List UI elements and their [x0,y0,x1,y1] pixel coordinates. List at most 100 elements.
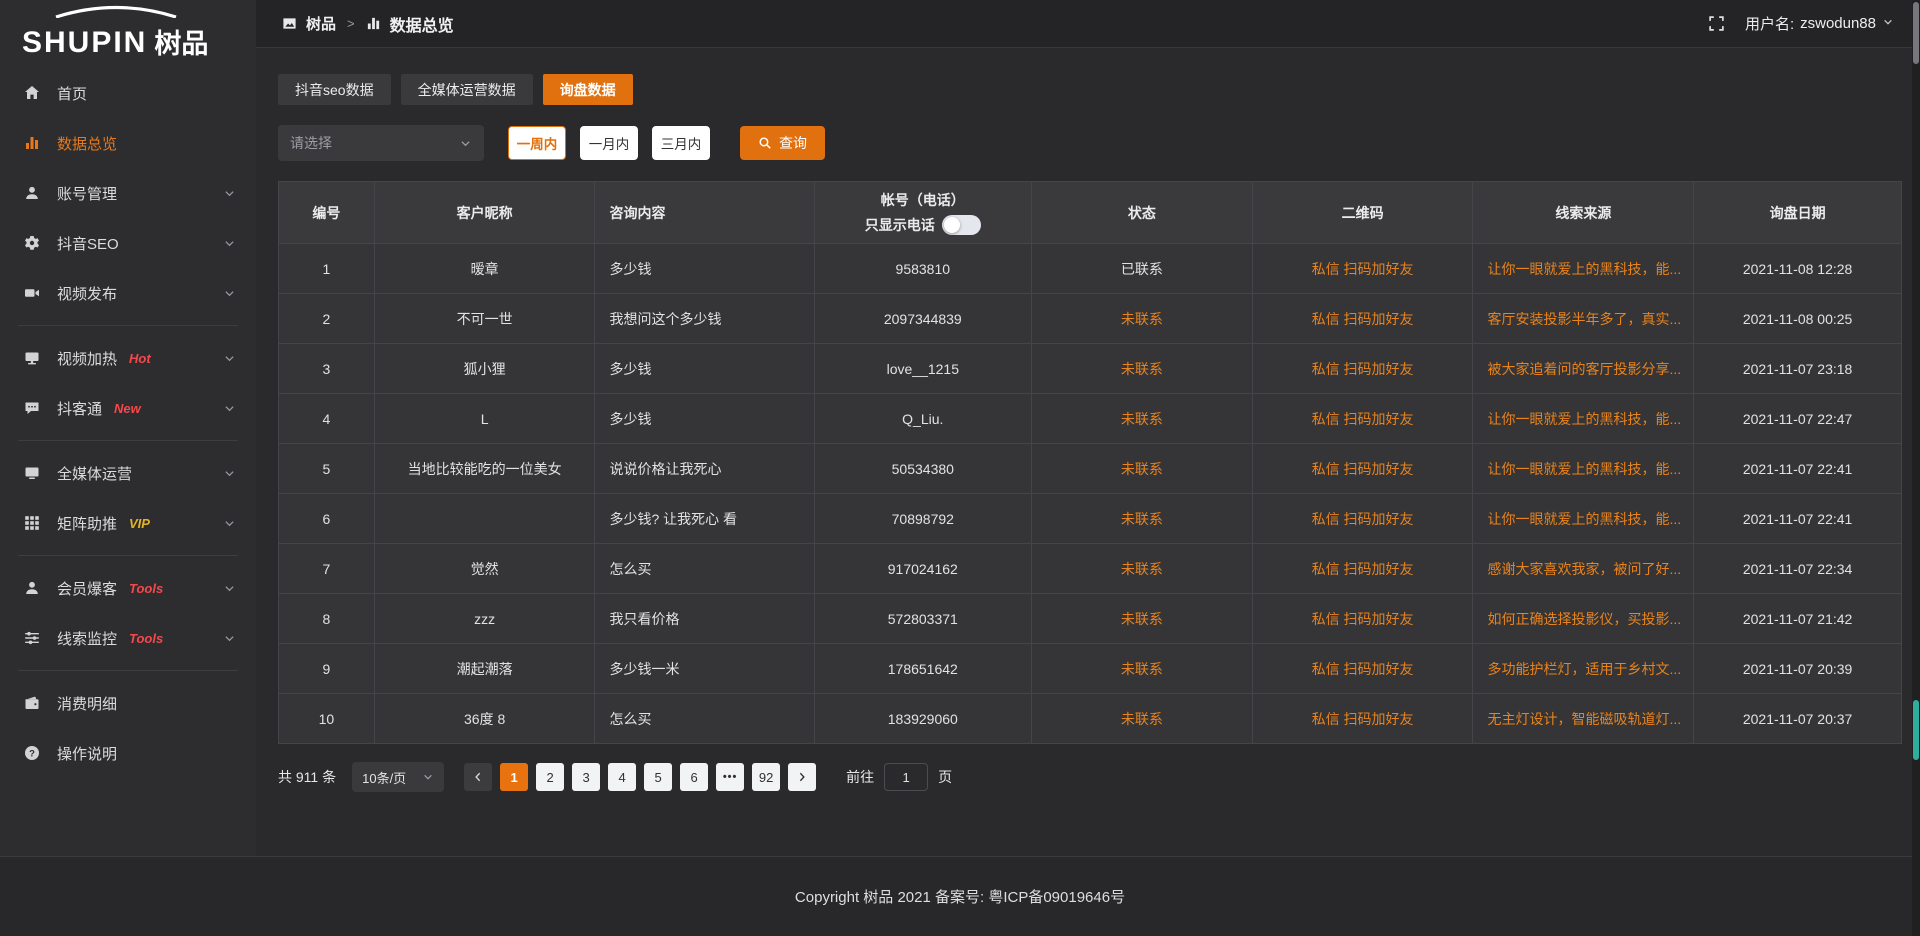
tab-1[interactable]: 全媒体运营数据 [401,74,533,105]
source-link[interactable]: 让你一眼就爱上的黑科技，能... [1487,511,1681,527]
account-select[interactable]: 请选择 [278,125,484,161]
sidebar-item-grid[interactable]: 矩阵助推VIP [0,498,256,548]
scrollbar-thumb[interactable] [1913,2,1919,64]
qrcode-link[interactable]: 私信 扫码加好友 [1312,361,1414,377]
qrcode-link[interactable]: 私信 扫码加好友 [1312,561,1414,577]
cell-status: 未联系 [1032,594,1253,644]
table-row: 2不可一世我想问这个多少钱2097344839未联系私信 扫码加好友客厅安装投影… [279,294,1902,344]
source-link[interactable]: 让你一眼就爱上的黑科技，能... [1487,411,1681,427]
source-link[interactable]: 如何正确选择投影仪，买投影... [1487,611,1681,627]
chevron-down-icon [1882,15,1894,32]
cell-date: 2021-11-07 20:39 [1694,644,1902,694]
cell-serial: 6 [279,494,375,544]
source-link[interactable]: 多功能护栏灯，适用于乡村文... [1487,661,1681,677]
chevron-right-icon [796,771,808,783]
sidebar-item-gear[interactable]: 抖音SEO [0,218,256,268]
app-logo[interactable]: SHUPIN 树品 [0,0,256,58]
tab-2[interactable]: 询盘数据 [543,74,633,105]
source-link[interactable]: 感谢大家喜欢我家，被问了好... [1487,561,1681,577]
cell-nickname: 暧章 [374,244,595,294]
cell-source: 无主灯设计，智能磁吸轨道灯... [1473,694,1694,744]
sidebar-item-sliders[interactable]: 线索监控Tools [0,613,256,663]
period-button-2[interactable]: 三月内 [652,126,710,160]
monitor-icon [24,465,42,481]
sidebar-item-wallet[interactable]: 消费明细 [0,678,256,728]
qrcode-link[interactable]: 私信 扫码加好友 [1312,261,1414,277]
sidebar-item-chat[interactable]: 抖客通New [0,383,256,433]
user-menu[interactable]: 用户名: zswodun88 [1745,13,1894,34]
cell-account: Q_Liu. [814,394,1031,444]
person-icon [24,580,42,596]
cell-status: 未联系 [1032,344,1253,394]
username-value: zswodun88 [1800,15,1876,32]
page-button-1[interactable]: 1 [500,763,528,791]
cell-content: 我只看价格 [595,594,814,644]
cell-status: 未联系 [1032,394,1253,444]
tab-0[interactable]: 抖音seo数据 [278,74,391,105]
phone-only-toggle[interactable] [942,215,981,235]
chevron-left-icon [472,771,484,783]
qrcode-link[interactable]: 私信 扫码加好友 [1312,511,1414,527]
next-page-button[interactable] [788,763,816,791]
cell-status: 未联系 [1032,494,1253,544]
cell-content: 怎么买 [595,544,814,594]
period-button-0[interactable]: 一周内 [508,126,566,160]
cell-date: 2021-11-07 21:42 [1694,594,1902,644]
home-icon [24,85,42,101]
page-size-select[interactable]: 10条/页 [352,762,444,792]
sidebar-item-chart[interactable]: 数据总览 [0,118,256,168]
qrcode-link[interactable]: 私信 扫码加好友 [1312,411,1414,427]
cell-qrcode: 私信 扫码加好友 [1252,544,1473,594]
source-link[interactable]: 无主灯设计，智能磁吸轨道灯... [1487,711,1681,727]
prev-page-button[interactable] [464,763,492,791]
sidebar-item-video[interactable]: 视频发布 [0,268,256,318]
sidebar-item-monitor[interactable]: 全媒体运营 [0,448,256,498]
badge-hot: Hot [129,351,151,366]
qrcode-link[interactable]: 私信 扫码加好友 [1312,461,1414,477]
cell-serial: 7 [279,544,375,594]
page-button-3[interactable]: 3 [572,763,600,791]
sidebar-item-help[interactable]: ?操作说明 [0,728,256,778]
table-row: 1036度 8怎么买183929060未联系私信 扫码加好友无主灯设计，智能磁吸… [279,694,1902,744]
cell-status: 已联系 [1032,244,1253,294]
cell-status: 未联系 [1032,694,1253,744]
sidebar-item-screen[interactable]: 视频加热Hot [0,333,256,383]
sidebar-item-user[interactable]: 账号管理 [0,168,256,218]
sidebar-item-person[interactable]: 会员爆客Tools [0,563,256,613]
sidebar-item-home[interactable]: 首页 [0,68,256,118]
breadcrumb-app[interactable]: 树品 [306,13,336,34]
vertical-scrollbar[interactable] [1912,0,1920,936]
cell-nickname: 当地比较能吃的一位美女 [374,444,595,494]
period-button-1[interactable]: 一月内 [580,126,638,160]
col-date: 询盘日期 [1694,182,1902,244]
fullscreen-icon[interactable] [1708,15,1725,32]
qrcode-link[interactable]: 私信 扫码加好友 [1312,711,1414,727]
svg-text:?: ? [29,748,35,759]
page-button-6[interactable]: 6 [680,763,708,791]
col-content: 咨询内容 [595,182,814,244]
col-account: 帐号（电话） 只显示电话 [814,182,1031,244]
sidebar-item-label: 账号管理 [57,183,117,204]
cell-date: 2021-11-08 00:25 [1694,294,1902,344]
topbar: 树品 > 数据总览 用户名: zswodun88 [256,0,1920,48]
page-button-4[interactable]: 4 [608,763,636,791]
source-link[interactable]: 让你一眼就爱上的黑科技，能... [1487,261,1681,277]
query-button[interactable]: 查询 [740,126,825,160]
sidebar: SHUPIN 树品 首页数据总览账号管理抖音SEO视频发布视频加热Hot抖客通N… [0,0,256,856]
page-button-2[interactable]: 2 [536,763,564,791]
col-status: 状态 [1032,182,1253,244]
source-link[interactable]: 客厅安装投影半年多了，真实... [1487,311,1681,327]
page-button-5[interactable]: 5 [644,763,672,791]
source-link[interactable]: 让你一眼就爱上的黑科技，能... [1487,461,1681,477]
cell-nickname [374,494,595,544]
goto-page-input[interactable] [884,763,928,791]
source-link[interactable]: 被大家追着问的客厅投影分享... [1487,361,1681,377]
cell-source: 多功能护栏灯，适用于乡村文... [1473,644,1694,694]
qrcode-link[interactable]: 私信 扫码加好友 [1312,611,1414,627]
qrcode-link[interactable]: 私信 扫码加好友 [1312,311,1414,327]
qrcode-link[interactable]: 私信 扫码加好友 [1312,661,1414,677]
page-button-92[interactable]: 92 [752,763,780,791]
page-ellipsis-button[interactable]: ••• [716,763,744,791]
table-row: 5当地比较能吃的一位美女说说价格让我死心50534380未联系私信 扫码加好友让… [279,444,1902,494]
search-icon [758,136,772,150]
